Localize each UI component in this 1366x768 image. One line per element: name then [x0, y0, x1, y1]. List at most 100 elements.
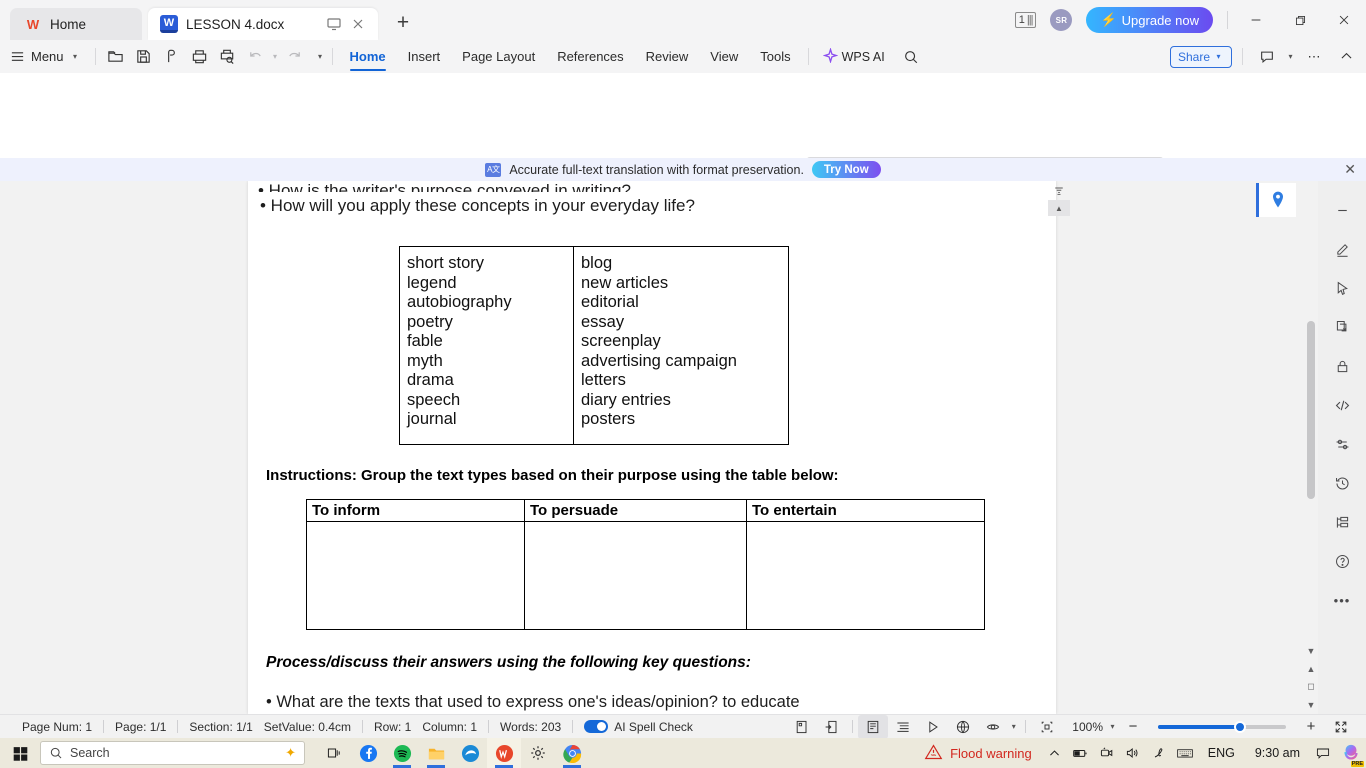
eye-view-icon[interactable]	[978, 715, 1008, 739]
status-row[interactable]: Row: 1	[363, 720, 422, 734]
web-layout-icon[interactable]	[817, 715, 847, 739]
scroll-page-down-icon[interactable]: ▼	[1304, 643, 1318, 658]
language-indicator[interactable]: ENG	[1198, 746, 1245, 760]
settings-sliders-icon[interactable]	[1327, 431, 1357, 457]
print-preview-icon[interactable]	[214, 44, 242, 70]
collapse-ribbon-icon[interactable]	[1332, 44, 1360, 70]
task-view-icon[interactable]	[317, 738, 351, 768]
navigation-collapse-icon[interactable]	[1048, 183, 1070, 199]
lock-icon[interactable]	[1327, 353, 1357, 379]
chrome-icon[interactable]	[555, 738, 589, 768]
restore-window-button[interactable]	[1278, 0, 1322, 40]
text-types-table[interactable]: short story legend autobiography poetry …	[399, 246, 789, 445]
clock[interactable]: 9:30 am	[1245, 746, 1310, 760]
page-view-icon[interactable]	[787, 715, 817, 739]
zoom-slider-knob[interactable]	[1234, 720, 1246, 733]
spotify-icon[interactable]	[385, 738, 419, 768]
layout-outline-icon[interactable]	[1327, 509, 1357, 535]
code-icon[interactable]	[1327, 392, 1357, 418]
ribbon-tab-insert[interactable]: Insert	[397, 40, 452, 73]
page-count-badge[interactable]: 1 |||	[1014, 12, 1037, 28]
close-window-button[interactable]	[1322, 0, 1366, 40]
ribbon-tab-page-layout[interactable]: Page Layout	[451, 40, 546, 73]
camera-icon[interactable]	[1094, 738, 1120, 768]
status-page-num[interactable]: Page Num: 1	[0, 720, 103, 734]
ribbon-tab-home[interactable]: Home	[339, 40, 397, 73]
volume-icon[interactable]	[1120, 738, 1146, 768]
redo-icon[interactable]	[281, 44, 309, 70]
vertical-scrollbar[interactable]: ▼ ▲ ◻ ▼	[1304, 181, 1318, 714]
undo-caret-icon[interactable]: ▾	[270, 52, 281, 61]
fullscreen-icon[interactable]	[1326, 715, 1356, 739]
ribbon-tab-review[interactable]: Review	[635, 40, 700, 73]
print-icon[interactable]	[186, 44, 214, 70]
select-browse-object-icon[interactable]: ◻	[1304, 679, 1318, 694]
zoom-slider[interactable]	[1158, 720, 1286, 733]
tab-home[interactable]: W Home	[10, 8, 142, 40]
chevron-down-icon[interactable]: ▾	[1285, 52, 1296, 61]
battery-icon[interactable]	[1068, 738, 1094, 768]
scroll-prev-page-icon[interactable]: ▲	[1304, 661, 1318, 676]
status-words[interactable]: Words: 203	[489, 720, 572, 734]
ribbon-tab-tools[interactable]: Tools	[749, 40, 801, 73]
keyboard-icon[interactable]	[1172, 738, 1198, 768]
help-question-icon[interactable]	[1327, 548, 1357, 574]
read-mode-icon[interactable]	[918, 715, 948, 739]
weather-warning[interactable]: Flood warning	[924, 743, 1042, 764]
scroll-next-page-icon[interactable]: ▼	[1304, 697, 1318, 712]
close-promo-icon[interactable]: ✕	[1344, 161, 1356, 178]
navigation-scroll-up-icon[interactable]: ▲	[1048, 200, 1070, 216]
focus-mode-icon[interactable]	[1032, 715, 1062, 739]
share-button[interactable]: Share ▾	[1169, 45, 1232, 68]
document-page[interactable]: • How is the writer's purpose conveyed i…	[248, 181, 1296, 714]
cursor-select-icon[interactable]	[1327, 275, 1357, 301]
settings-gear-icon[interactable]	[521, 738, 555, 768]
history-clock-icon[interactable]	[1327, 470, 1357, 496]
search-input[interactable]: Search ✦	[40, 741, 305, 765]
zoom-out-button[interactable]: −	[1118, 715, 1148, 739]
spell-check-toggle[interactable]: AI Spell Check	[573, 720, 704, 734]
facebook-icon[interactable]	[351, 738, 385, 768]
status-section[interactable]: Section: 1/1	[178, 720, 263, 734]
zoom-in-button[interactable]: +	[1296, 715, 1326, 739]
search-icon[interactable]	[897, 44, 925, 70]
save-as-pdf-icon[interactable]	[158, 44, 186, 70]
minimize-window-button[interactable]	[1234, 0, 1278, 40]
undo-icon[interactable]	[242, 44, 270, 70]
upgrade-now-button[interactable]: ⚡ Upgrade now	[1086, 7, 1213, 33]
menu-button[interactable]: Menu ▾	[0, 44, 89, 70]
purpose-cell-persuade[interactable]	[524, 520, 747, 630]
save-icon[interactable]	[130, 44, 158, 70]
edge-icon[interactable]	[453, 738, 487, 768]
close-tab-icon[interactable]	[350, 16, 366, 32]
tab-document[interactable]: W LESSON 4.docx	[148, 8, 378, 40]
present-icon[interactable]	[326, 16, 342, 32]
notification-icon[interactable]	[1310, 738, 1336, 768]
wps-ai-button[interactable]: WPS AI	[815, 46, 893, 66]
web-mode-icon[interactable]	[948, 715, 978, 739]
purpose-table[interactable]: To inform To persuade To entertain	[306, 498, 985, 630]
status-setvalue[interactable]: SetValue: 0.4cm	[264, 720, 362, 734]
scrollbar-thumb[interactable]	[1307, 321, 1315, 499]
windows-start-icon[interactable]	[0, 738, 40, 768]
customize-quick-access-icon[interactable]: ▾	[315, 52, 326, 61]
more-options-icon[interactable]: ⋯	[1300, 44, 1328, 70]
chevron-down-icon[interactable]: ▾	[1008, 722, 1019, 731]
open-icon[interactable]	[102, 44, 130, 70]
toggle-switch[interactable]	[584, 720, 609, 733]
status-page[interactable]: Page: 1/1	[104, 720, 177, 734]
outline-view-icon[interactable]	[888, 715, 918, 739]
purpose-cell-entertain[interactable]	[746, 520, 985, 630]
try-now-button[interactable]: Try Now	[811, 161, 881, 178]
copilot-icon[interactable]: PRE	[1336, 738, 1366, 768]
file-explorer-icon[interactable]	[419, 738, 453, 768]
ribbon-tab-references[interactable]: References	[546, 40, 634, 73]
status-column[interactable]: Column: 1	[422, 720, 488, 734]
purpose-cell-inform[interactable]	[306, 520, 525, 630]
more-options-icon[interactable]: •••	[1327, 587, 1357, 613]
ribbon-tab-view[interactable]: View	[699, 40, 749, 73]
minimize-panel-icon[interactable]	[1327, 197, 1357, 223]
new-tab-button[interactable]: +	[390, 11, 416, 35]
close-document-icon[interactable]	[1327, 314, 1357, 340]
comment-icon[interactable]	[1253, 44, 1281, 70]
